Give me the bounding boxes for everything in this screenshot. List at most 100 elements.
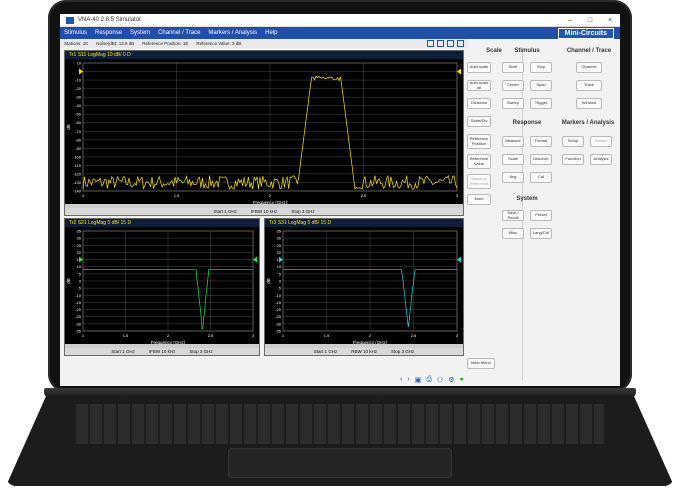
plot-s11-xtick: 1 — [82, 193, 85, 198]
avg-button[interactable]: Avg — [502, 172, 524, 183]
plot-s31-ref-marker-right[interactable] — [457, 256, 461, 263]
scale-div-button[interactable]: Scale/Div — [467, 116, 491, 127]
plot-s11-canvas[interactable]: 100-10-20-30-40-50-60-70-80-90-100-110-1… — [65, 59, 463, 209]
plot-s11-ytick: -80 — [75, 137, 82, 142]
plot-s11-start: Start 1 GHz — [213, 209, 237, 214]
plot-s31-ytick: 20 — [277, 250, 282, 255]
plot-s11-ytick: -50 — [75, 112, 82, 117]
menu-stimulus[interactable]: Stimulus — [60, 30, 91, 36]
minimize-button[interactable]: – — [560, 17, 580, 24]
plot-s21-xtick: 1.5 — [123, 333, 129, 338]
plot-s31[interactable]: Tr3 S31 LogMag 5 dB/ 15 D 35 30 25 20 15 10 5 0… — [264, 218, 464, 356]
channel-button[interactable]: Channel — [576, 62, 602, 73]
plot-s21-xtick: 2.5 — [208, 333, 214, 338]
span-button[interactable]: Span — [530, 80, 552, 91]
menu-help[interactable]: Help — [261, 30, 281, 36]
plot-s21-start: Start 1 GHz — [111, 349, 135, 354]
search-button[interactable]: Search — [590, 136, 612, 147]
brand-logo: Mini-Circuits — [557, 27, 614, 39]
setup-button[interactable]: Setup — [562, 136, 584, 147]
preset-button[interactable]: Preset — [530, 210, 552, 221]
auto-scale-button[interactable]: Auto scale — [467, 62, 491, 73]
plot-s11-ylabel: dB — [66, 124, 71, 130]
redo-icon[interactable] — [437, 40, 444, 47]
plot-s21-ytick: -35 — [75, 329, 82, 334]
plot-s31-ref-marker[interactable] — [279, 256, 283, 263]
plot-s11-xtick: 2 — [269, 193, 272, 198]
discover-button[interactable]: Discover — [530, 154, 552, 165]
stimulus-title: Stimulus — [514, 48, 540, 54]
plot-s21-ytick: -25 — [75, 314, 82, 319]
plot-s31-footer: Start 1 GHz RBW 10 kHz Stop 3 GHz — [265, 348, 463, 355]
auto-scale-all-button[interactable]: Auto scale all — [467, 80, 491, 91]
plot-s21-ylabel: dB — [66, 278, 71, 284]
layout-grid-icon[interactable] — [457, 40, 464, 47]
plot-s11-ifbw: IFBW 10 kHz — [250, 209, 278, 214]
plot-s31-stop: Stop 3 GHz — [391, 349, 415, 354]
analysis-button[interactable]: Analysis — [590, 154, 612, 165]
trace-button[interactable]: Trace — [576, 80, 602, 91]
plot-s21[interactable]: Tr2 S21 LogMag 5 dB/ 15 D 35 30 25 20 15 10 5 0… — [64, 218, 260, 356]
plot-s21-ytick: -20 — [75, 307, 82, 312]
user-icon[interactable]: ⚇ — [437, 376, 443, 384]
plot-s11-ytick: -40 — [75, 103, 82, 108]
cal-button[interactable]: Cal — [530, 172, 552, 183]
menu-bar: Stimulus Response System Channel / Trace… — [60, 27, 620, 39]
plot-s11[interactable]: Tr1 S11 LogMag 10 dB/ 0 D 100-10-20-30-4… — [64, 50, 464, 216]
sweep-button[interactable]: Sweep — [502, 98, 524, 109]
plot-s31-canvas[interactable]: 35302520151050-5-10-15-20-25-30-351 1.5 2 2… — [265, 227, 463, 349]
stop-button[interactable]: Stop — [530, 62, 552, 73]
plot-s21-xtick: 2 — [167, 333, 170, 338]
menu-channel-trace[interactable]: Channel / Trace — [154, 30, 204, 36]
divisions-button[interactable]: Divisions — [467, 98, 491, 109]
undo-icon[interactable] — [427, 40, 434, 47]
plot-s11-ytick: 10 — [77, 61, 82, 66]
match-to-reference-button[interactable]: Match to Reference — [467, 174, 491, 189]
maximize-button[interactable]: □ — [580, 17, 600, 24]
nav-right-icon[interactable]: › — [407, 376, 409, 384]
layout-icon[interactable] — [447, 40, 454, 47]
print-icon[interactable]: ⎙ — [426, 376, 432, 384]
save-recall-button[interactable]: Save / Recall — [502, 210, 524, 221]
misc-button[interactable]: Misc — [502, 228, 524, 239]
plot-s11-ref-marker[interactable] — [79, 68, 83, 75]
plot-s31-ytick: 30 — [277, 236, 282, 241]
plot-s11-ref-marker-right[interactable] — [457, 68, 461, 75]
trigger-button[interactable]: Trigger — [530, 98, 552, 109]
center-button[interactable]: Center — [502, 80, 524, 91]
app-logo-icon — [66, 16, 74, 24]
plot-s11-ytick: -110 — [73, 163, 81, 168]
plot-s21-ytick: 35 — [77, 229, 82, 234]
menu-response[interactable]: Response — [91, 30, 126, 36]
plot-s11-ytick: -140 — [73, 189, 82, 194]
start-button[interactable]: Start — [502, 62, 524, 73]
plot-s11-ytick: -70 — [75, 129, 82, 134]
screen: VNA-40 2.8.5 Simulator – □ × Stimulus Re… — [60, 14, 620, 386]
window-button[interactable]: Window — [576, 98, 602, 109]
plot-s21-ytick: 5 — [79, 271, 82, 276]
lang-ctrl-button[interactable]: Lang/Ctrl — [530, 228, 552, 239]
menu-markers-analysis[interactable]: Markers / Analysis — [204, 30, 261, 36]
plot-s21-canvas[interactable]: 35302520151050-5-10-15-20-25-30-351 1.5 2 2… — [65, 227, 259, 349]
nav-left-icon[interactable]: ‹ — [400, 376, 402, 384]
plot-s21-ref-marker[interactable] — [79, 256, 83, 263]
measure-button[interactable]: Measure — [502, 136, 524, 147]
function-button[interactable]: Function — [562, 154, 584, 165]
save-icon[interactable]: ▣ — [415, 376, 422, 384]
plot-s21-ref-marker-right[interactable] — [253, 256, 257, 263]
status-noise: Noise(dB): 13.6 dB — [96, 41, 135, 46]
menu-system[interactable]: System — [126, 30, 154, 36]
plot-s11-ytick: -100 — [73, 154, 82, 159]
main-menu-button[interactable]: Main Menu — [467, 358, 495, 369]
format-button[interactable]: Format — [530, 136, 552, 147]
more-button[interactable]: More — [467, 194, 491, 205]
plot-s31-ytick: -10 — [275, 293, 282, 298]
settings-icon[interactable]: ⚙ — [448, 376, 454, 384]
reference-position-button[interactable]: Reference Position — [467, 134, 491, 149]
plot-s31-xtick: 1 — [282, 333, 285, 338]
plot-s31-ylabel: dB — [266, 278, 271, 284]
reference-value-button[interactable]: Reference Value — [467, 154, 491, 169]
response-scale-button[interactable]: Scale — [502, 154, 524, 165]
close-button[interactable]: × — [600, 17, 620, 24]
plot-s31-ytick: -35 — [275, 329, 282, 334]
